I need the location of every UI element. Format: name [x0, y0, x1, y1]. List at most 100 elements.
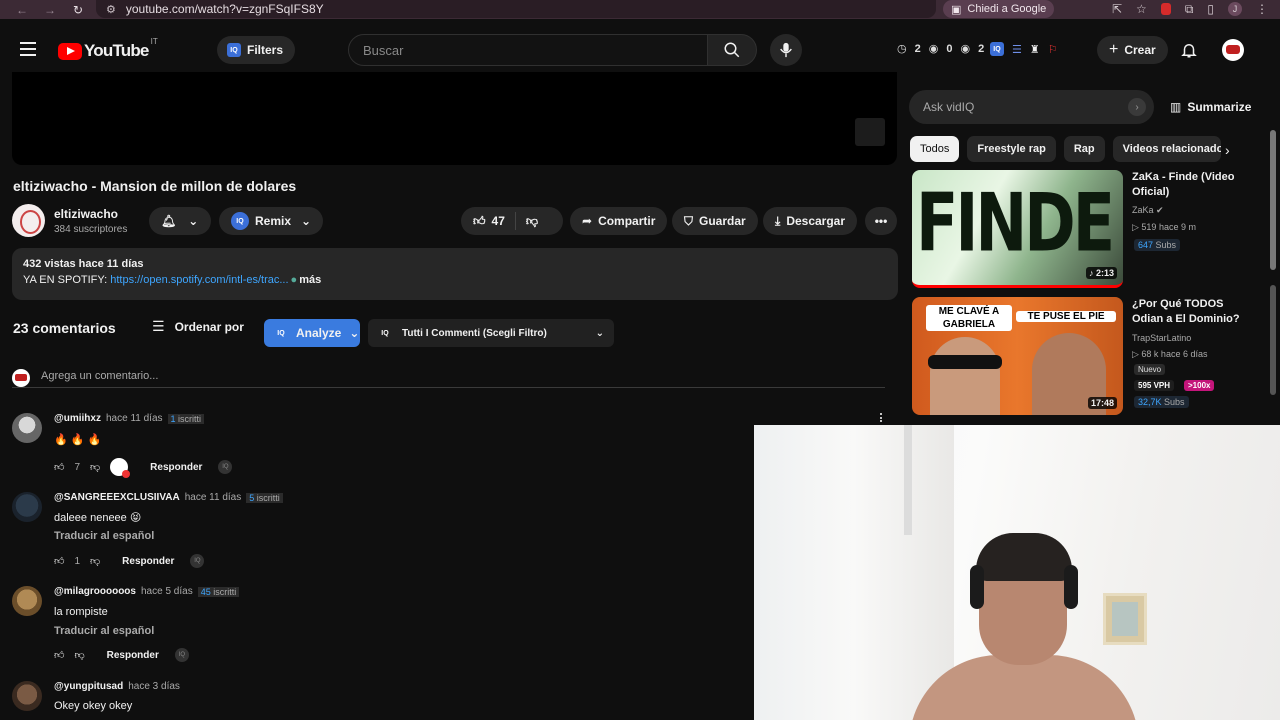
analyze-button[interactable]: IQ Analyze ⌄ [264, 319, 360, 347]
search-input[interactable]: Buscar [348, 34, 708, 66]
sort-by-button[interactable]: ☰ Ordenar por [152, 318, 244, 335]
avatar[interactable] [12, 681, 42, 711]
comment-time[interactable]: hace 5 días [141, 586, 193, 597]
bookmark-star-icon[interactable]: ☆ [1136, 2, 1147, 16]
vidiq-mini-icon[interactable]: IQ [218, 460, 233, 474]
dislike-icon[interactable]: 👎︎ [526, 214, 538, 229]
comment-author[interactable]: @umiihxz [54, 413, 101, 424]
chevron-right-icon[interactable]: › [1128, 98, 1146, 116]
related-video-channel[interactable]: TrapStarLatino [1132, 333, 1191, 343]
translate-link[interactable]: Traducir al español [54, 530, 154, 542]
wall-picture-image [1103, 593, 1147, 645]
comment-author[interactable]: @yungpitusad [54, 681, 123, 692]
like-count[interactable]: 47 [492, 214, 505, 228]
reply-button[interactable]: Responder [107, 650, 159, 661]
forward-icon[interactable]: → [36, 3, 64, 17]
ask-google-button[interactable]: ▣ Chiedi a Google [943, 0, 1055, 18]
dislike-icon[interactable]: 👎︎ [90, 555, 100, 567]
site-settings-icon[interactable]: ⚙ [106, 3, 116, 16]
comment-more-icon[interactable] [878, 413, 884, 423]
avatar[interactable] [12, 413, 42, 443]
video-player[interactable] [12, 72, 897, 165]
search-icon [724, 42, 740, 58]
like-icon[interactable]: 👍︎ [54, 649, 64, 661]
notifications-button[interactable] [1180, 41, 1198, 64]
extension-red-icon[interactable] [1160, 3, 1171, 15]
create-button[interactable]: + Crear [1097, 36, 1168, 64]
youtube-logo[interactable]: YouTube IT [58, 37, 158, 61]
save-button[interactable]: ⛉ Guardar [672, 207, 758, 235]
chip-related-videos[interactable]: Videos relacionados [1112, 136, 1221, 162]
subscription-bell-button[interactable]: 🔔︎ ⌄ [149, 207, 211, 235]
voice-search-button[interactable] [770, 34, 802, 66]
more-actions-button[interactable]: ••• [865, 207, 897, 235]
reply-button[interactable]: Responder [122, 556, 174, 567]
reply-button[interactable]: Responder [150, 462, 202, 473]
ask-vidiq-input[interactable]: Ask vidIQ › [909, 90, 1154, 124]
chip-todos[interactable]: Todos [910, 136, 960, 162]
translate-link[interactable]: Traducir al español [54, 625, 154, 637]
video-thumbnail[interactable]: ME CLAVÉ A GABRIELA TE PUSE EL PIE 17:48 [912, 297, 1123, 415]
description-box[interactable]: 432 vistas hace 11 días YA EN SPOTIFY: h… [12, 248, 898, 300]
remix-button[interactable]: IQ Remix ⌄ [219, 207, 324, 235]
search-button[interactable] [707, 34, 757, 66]
more-link[interactable]: más [299, 274, 321, 286]
like-icon[interactable]: 👍︎ [473, 214, 486, 229]
comment-item: @milagroooooos hace 5 días 45 iscritti l… [12, 586, 752, 666]
related-video-title[interactable]: ZaKa - Finde (Video Oficial) [1132, 170, 1257, 200]
subscriber-count: 32,7K [1138, 397, 1162, 407]
comment-meta: @milagroooooos hace 5 días 45 iscritti [54, 586, 240, 597]
comment-time[interactable]: hace 11 días [185, 492, 242, 503]
spotify-link[interactable]: https://open.spotify.com/intl-es/trac... [110, 274, 288, 286]
back-icon[interactable]: ← [8, 3, 36, 17]
sidebar-scrollbar-track[interactable] [1270, 285, 1276, 395]
channel-name[interactable]: eltiziwacho [54, 207, 118, 221]
comment-text: la rompiste [54, 606, 108, 618]
like-icon[interactable]: 👍︎ [54, 555, 64, 567]
share-button[interactable]: ➦ Compartir [570, 207, 668, 235]
menu-icon[interactable] [20, 42, 36, 60]
chevron-right-icon[interactable]: › [1225, 142, 1230, 158]
trophy-icon[interactable]: ♜ [1030, 43, 1040, 56]
browser-menu-icon[interactable]: ⋮ [1256, 2, 1268, 16]
comment-author[interactable]: @SANGREEEXCLUSIIVAA [54, 492, 180, 503]
sunglasses-image [928, 355, 1002, 369]
vidiq-mini-icon[interactable]: IQ [174, 648, 189, 662]
video-thumbnail[interactable]: FINDE ♪ 2:13 [912, 170, 1123, 288]
like-icon[interactable]: 👍︎ [54, 461, 64, 473]
comment-meta: @SANGREEEXCLUSIIVAA hace 11 días 5 iscri… [54, 492, 283, 503]
browser-profile-avatar[interactable]: J [1228, 2, 1242, 16]
like-dislike-group: 👍︎ 47 👎︎ [461, 207, 563, 235]
related-video-item[interactable]: FINDE ♪ 2:13 ZaKa - Finde (Video Oficial… [912, 170, 1262, 292]
download-button[interactable]: ⤓ Descargar [763, 207, 858, 235]
avatar[interactable] [12, 586, 42, 616]
dislike-icon[interactable]: 👎︎ [90, 461, 100, 473]
list-icon[interactable]: ☰ [1012, 43, 1022, 56]
user-avatar[interactable] [1222, 39, 1244, 61]
chip-rap[interactable]: Rap [1063, 136, 1105, 162]
summarize-button[interactable]: ▥ Summarize [1170, 100, 1251, 114]
channel-avatar[interactable] [12, 204, 45, 237]
install-icon[interactable]: ⇱ [1112, 2, 1122, 16]
dislike-icon[interactable]: 👎︎ [74, 649, 84, 661]
sidepanel-icon[interactable]: ▯ [1207, 2, 1214, 16]
add-comment-field[interactable]: Agrega un comentario... [12, 368, 885, 388]
extensions-puzzle-icon[interactable]: ⧉ [1185, 2, 1194, 17]
related-video-title[interactable]: ¿Por Qué TODOS Odian a El Dominio? [1132, 297, 1257, 327]
chip-freestyle-rap[interactable]: Freestyle rap [967, 136, 1056, 162]
alert-icon[interactable]: ⚐ [1048, 43, 1058, 56]
sidebar-scrollbar[interactable] [1270, 130, 1276, 270]
comment-time[interactable]: hace 11 días [106, 413, 163, 424]
comment-author[interactable]: @milagroooooos [54, 586, 136, 597]
vidiq-filters-button[interactable]: IQ Filters [217, 36, 296, 64]
vidiq-icon[interactable]: IQ [990, 42, 1004, 56]
comment-filter-select[interactable]: IQ Tutti I Commenti (Scegli Filtro) ⌄ [368, 319, 614, 347]
address-bar[interactable]: ⚙ youtube.com/watch?v=zgnFSqIFS8Y [96, 0, 936, 18]
vidiq-mini-icon[interactable]: IQ [190, 554, 205, 568]
comment-time[interactable]: hace 3 días [128, 681, 180, 692]
avatar[interactable] [12, 492, 42, 522]
related-video-channel[interactable]: ZaKa ✔ [1132, 205, 1164, 216]
related-video-item[interactable]: ME CLAVÉ A GABRIELA TE PUSE EL PIE 17:48… [912, 297, 1262, 419]
reload-icon[interactable]: ↻ [64, 3, 92, 17]
comment-text: 🔥 🔥 🔥 [54, 434, 102, 446]
